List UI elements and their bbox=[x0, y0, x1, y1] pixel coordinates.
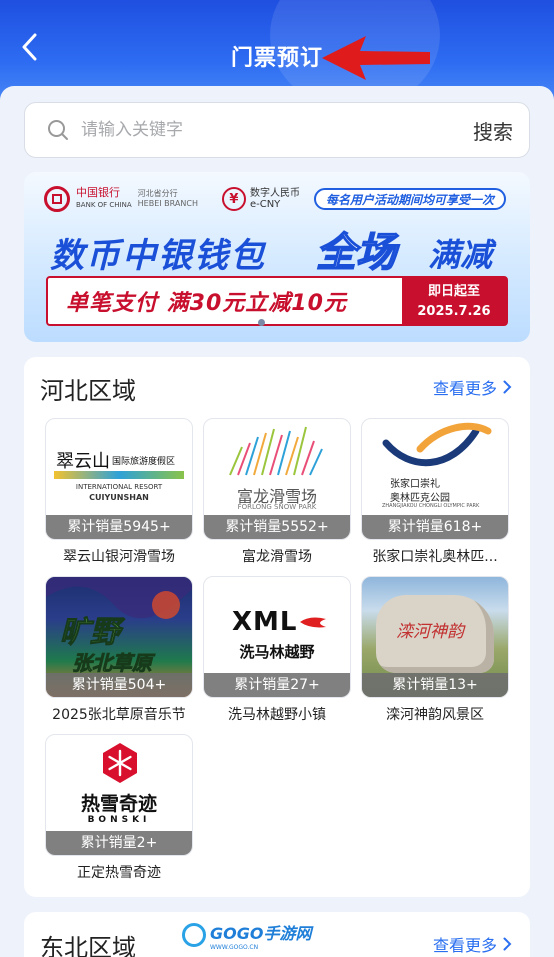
view-more-link[interactable]: 查看更多 bbox=[433, 932, 512, 956]
banner-tag: 每名用户活动期间均可享受一次 bbox=[313, 188, 506, 210]
watermark-text: GOGO手游网 bbox=[210, 923, 312, 943]
banner-headline: 数币中银钱包 bbox=[50, 236, 266, 276]
olympic-park-logo-icon bbox=[382, 422, 492, 467]
item-name: 富龙滑雪场 bbox=[242, 549, 312, 565]
item-logo-text2: 张北草原 bbox=[72, 651, 153, 676]
item-logo-en: INTERNATIONAL RESORT bbox=[75, 483, 163, 491]
item-logo-text: 热雪奇迹 bbox=[80, 793, 157, 815]
item-name: 张家口崇礼奥林匹... bbox=[372, 549, 498, 565]
banner-headline-highlight: 全场 bbox=[315, 229, 397, 277]
item-logo-text: 旷野 bbox=[60, 615, 121, 651]
banner-headline-suffix: 满减 bbox=[428, 236, 493, 274]
banner-offer: 单笔支付 满30元立减10元 即日起至 2025.7.26 bbox=[46, 276, 508, 326]
search-button[interactable]: 搜索 bbox=[473, 116, 513, 145]
ticket-item[interactable]: 旷野 张北草原 累计销量504+ 2025张北草原音乐节 bbox=[45, 576, 193, 724]
chevron-right-icon bbox=[503, 937, 512, 951]
annotation-arrow-icon bbox=[322, 36, 430, 80]
ticket-item[interactable]: 张家口崇礼 奥林匹克公园 ZHANGJIAKOU CHONGLI OLYMPIC… bbox=[361, 418, 509, 566]
sales-badge: 累计销量5552+ bbox=[204, 515, 350, 539]
item-logo-subtitle: 国际旅游度假区 bbox=[112, 456, 176, 467]
search-input[interactable] bbox=[81, 120, 473, 140]
item-logo-text: 张家口崇礼 bbox=[390, 479, 440, 490]
chevron-right-icon bbox=[503, 380, 512, 394]
bank-name: 中国银行 BANK OF CHINA bbox=[76, 186, 132, 210]
flame-icon bbox=[300, 617, 326, 628]
section-title: 河北区域 bbox=[40, 377, 136, 405]
sales-badge: 累计销量618+ bbox=[362, 515, 508, 539]
section-title: 东北区域 bbox=[40, 934, 136, 957]
carousel-indicator[interactable] bbox=[258, 319, 265, 326]
sales-badge: 累计销量5945+ bbox=[46, 515, 192, 539]
item-thumbnail: 旷野 张北草原 累计销量504+ bbox=[45, 576, 193, 698]
forlong-logo-icon bbox=[229, 426, 323, 476]
ecny-brand: ¥ 数字人民币 e-CNY bbox=[221, 187, 300, 211]
item-logo-text: 滦河神韵 bbox=[396, 622, 464, 642]
item-thumbnail: 热雪奇迹 BONSKI 累计销量2+ bbox=[45, 734, 193, 856]
bank-of-china-logo-icon bbox=[44, 186, 70, 212]
item-thumbnail: 翠云山 国际旅游度假区 INTERNATIONAL RESORT CUIYUNS… bbox=[45, 418, 193, 540]
item-thumbnail: 滦河神韵 累计销量13+ bbox=[361, 576, 509, 698]
bank-branch: 河北省分行 HEBEI BRANCH bbox=[137, 189, 198, 208]
sales-badge: 累计销量13+ bbox=[362, 673, 508, 697]
search-bar: 搜索 bbox=[24, 102, 530, 158]
view-more-link[interactable]: 查看更多 bbox=[433, 375, 512, 399]
item-name: 滦河神韵风景区 bbox=[386, 707, 484, 723]
ticket-item[interactable]: 滦河神韵 累计销量13+ 滦河神韵风景区 bbox=[361, 576, 509, 724]
item-name: 2025张北草原音乐节 bbox=[52, 707, 186, 723]
snowflake-icon bbox=[103, 743, 137, 783]
ticket-item[interactable]: XML 洗马林越野 累计销量27+ 洗马林越野小镇 bbox=[203, 576, 351, 724]
ticket-item[interactable]: 热雪奇迹 BONSKI 累计销量2+ 正定热雪奇迹 bbox=[45, 734, 193, 882]
offer-text: 单笔支付 满30元立减10元 bbox=[66, 291, 347, 316]
promo-banner[interactable]: 中国银行 BANK OF CHINA 河北省分行 HEBEI BRANCH ¥ … bbox=[24, 172, 530, 342]
item-logo-en2: CUIYUNSHAN bbox=[89, 493, 149, 502]
watermark: GOGO手游网 WWW.GOGO.CN bbox=[182, 922, 312, 951]
item-thumbnail: 张家口崇礼 奥林匹克公园 ZHANGJIAKOU CHONGLI OLYMPIC… bbox=[361, 418, 509, 540]
ticket-item[interactable]: 富龙滑雪场 FORLONG SNOW PARK 累计销量5552+ 富龙滑雪场 bbox=[203, 418, 351, 566]
item-name: 翠云山银河滑雪场 bbox=[63, 549, 175, 565]
banner-logos: 中国银行 BANK OF CHINA 河北省分行 HEBEI BRANCH ¥ … bbox=[44, 186, 300, 212]
item-thumbnail: 富龙滑雪场 FORLONG SNOW PARK 累计销量5552+ bbox=[203, 418, 351, 540]
item-logo-en: ZHANGJIAKOU CHONGLI OLYMPIC PARK bbox=[382, 503, 480, 509]
section-hebei: 河北区域 查看更多 翠云山 国际旅游度假区 INTERNATIONAL RESO… bbox=[24, 357, 530, 897]
page-title: 门票预订 bbox=[230, 46, 323, 71]
sales-badge: 累计销量27+ bbox=[204, 673, 350, 697]
yuan-icon: ¥ bbox=[221, 187, 246, 211]
sales-badge: 累计销量2+ bbox=[46, 831, 192, 855]
ticket-item[interactable]: 翠云山 国际旅游度假区 INTERNATIONAL RESORT CUIYUNS… bbox=[45, 418, 193, 566]
offer-date: 即日起至 2025.7.26 bbox=[402, 278, 506, 324]
item-logo-text2: 奥林匹克公园 bbox=[390, 493, 450, 504]
item-logo-text: 翠云山 bbox=[56, 451, 110, 472]
item-logo-text: XML bbox=[232, 607, 298, 637]
sales-badge: 累计销量504+ bbox=[46, 673, 192, 697]
item-logo-en: BONSKI bbox=[87, 815, 151, 825]
item-logo-cn: 洗马林越野 bbox=[239, 643, 315, 661]
item-thumbnail: XML 洗马林越野 累计销量27+ bbox=[203, 576, 351, 698]
search-icon bbox=[48, 120, 68, 140]
item-logo-en: FORLONG SNOW PARK bbox=[237, 503, 317, 511]
item-name: 正定热雪奇迹 bbox=[77, 865, 161, 881]
watermark-subtext: WWW.GOGO.CN bbox=[210, 943, 259, 951]
item-name: 洗马林越野小镇 bbox=[228, 707, 326, 723]
watermark-logo-icon bbox=[182, 923, 206, 947]
